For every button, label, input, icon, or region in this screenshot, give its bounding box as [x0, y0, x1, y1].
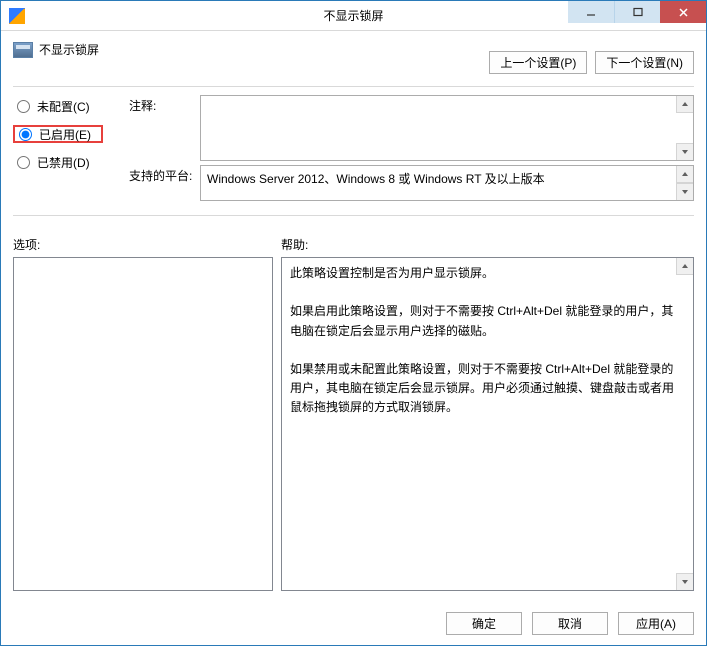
radio-not-configured-input[interactable]: [17, 100, 30, 113]
platform-field: Windows Server 2012、Windows 8 或 Windows …: [200, 165, 694, 201]
settings-grid: 未配置(C) 已启用(E) 已禁用(D) 注释: 支持: [13, 95, 694, 205]
minimize-button[interactable]: [568, 1, 614, 23]
scroll-down-icon[interactable]: [676, 183, 693, 200]
scroll-up-icon[interactable]: [676, 258, 693, 275]
radio-disabled-label: 已禁用(D): [37, 154, 90, 171]
titlebar: 不显示锁屏: [1, 1, 706, 31]
next-setting-button[interactable]: 下一个设置(N): [595, 51, 694, 74]
options-text: [14, 258, 272, 270]
scroll-down-icon[interactable]: [676, 143, 693, 160]
comment-label: 注释:: [129, 95, 194, 114]
lower-labels: 选项: 帮助:: [13, 236, 694, 253]
comment-textarea[interactable]: [200, 95, 694, 161]
help-panel: 此策略设置控制是否为用户显示锁屏。 如果启用此策略设置，则对于不需要按 Ctrl…: [281, 257, 694, 591]
radio-not-configured-label: 未配置(C): [37, 98, 90, 115]
apply-button[interactable]: 应用(A): [618, 612, 694, 635]
close-button[interactable]: [660, 1, 706, 23]
dialog-window: 不显示锁屏 不显示锁屏 上一个设置(P) 下一个设置(N): [0, 0, 707, 646]
state-radio-group: 未配置(C) 已启用(E) 已禁用(D): [13, 95, 123, 171]
help-text: 此策略设置控制是否为用户显示锁屏。 如果启用此策略设置，则对于不需要按 Ctrl…: [282, 258, 693, 424]
panels-row: 此策略设置控制是否为用户显示锁屏。 如果启用此策略设置，则对于不需要按 Ctrl…: [13, 257, 694, 591]
radio-enabled-input[interactable]: [19, 128, 32, 141]
radio-enabled[interactable]: 已启用(E): [13, 125, 103, 143]
radio-disabled[interactable]: 已禁用(D): [13, 153, 123, 171]
options-panel: [13, 257, 273, 591]
divider: [13, 86, 694, 87]
radio-enabled-label: 已启用(E): [39, 126, 91, 143]
scroll-up-icon[interactable]: [676, 166, 693, 183]
platform-box: Windows Server 2012、Windows 8 或 Windows …: [200, 165, 694, 201]
radio-disabled-input[interactable]: [17, 156, 30, 169]
comment-text: [201, 96, 693, 104]
app-icon: [9, 8, 25, 24]
window-controls: [568, 1, 706, 23]
help-label: 帮助:: [281, 236, 308, 253]
previous-setting-button[interactable]: 上一个设置(P): [489, 51, 587, 74]
header-row: 不显示锁屏 上一个设置(P) 下一个设置(N): [13, 41, 694, 74]
options-label: 选项:: [13, 236, 281, 253]
footer: 确定 取消 应用(A): [1, 601, 706, 645]
maximize-button[interactable]: [614, 1, 660, 23]
scroll-up-icon[interactable]: [676, 96, 693, 113]
policy-icon: [13, 42, 33, 58]
content-area: 不显示锁屏 上一个设置(P) 下一个设置(N) 未配置(C) 已启用(E): [1, 31, 706, 601]
platform-text: Windows Server 2012、Windows 8 或 Windows …: [201, 166, 693, 191]
cancel-button[interactable]: 取消: [532, 612, 608, 635]
radio-not-configured[interactable]: 未配置(C): [13, 97, 123, 115]
platform-label: 支持的平台:: [129, 165, 194, 184]
divider: [13, 215, 694, 216]
policy-title: 不显示锁屏: [39, 41, 99, 58]
nav-buttons: 上一个设置(P) 下一个设置(N): [489, 41, 694, 74]
scroll-down-icon[interactable]: [676, 573, 693, 590]
comment-field: [200, 95, 694, 161]
policy-header: 不显示锁屏: [13, 41, 99, 58]
ok-button[interactable]: 确定: [446, 612, 522, 635]
